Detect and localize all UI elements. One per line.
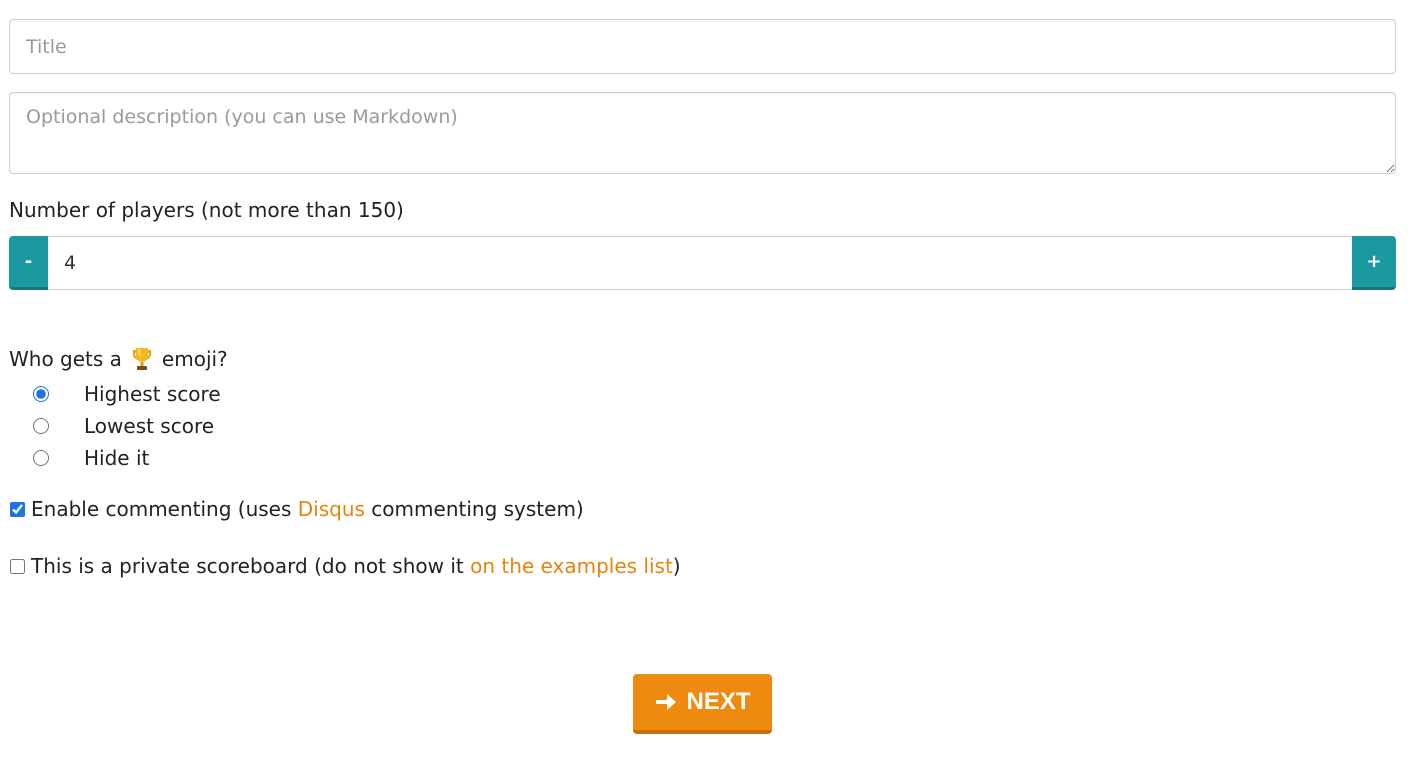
arrow-right-icon — [654, 690, 678, 714]
commenting-text: Enable commenting (uses Disqus commentin… — [31, 494, 584, 524]
option-highest-score[interactable]: Highest score — [33, 378, 1396, 410]
commenting-row: Enable commenting (uses Disqus commentin… — [9, 494, 1396, 524]
trophy-question-suffix: emoji? — [161, 347, 228, 371]
private-text-before: This is a private scoreboard (do not sho… — [31, 554, 471, 578]
private-row: This is a private scoreboard (do not sho… — [9, 551, 1396, 581]
players-input[interactable] — [48, 236, 1352, 290]
next-button-label: NEXT — [686, 688, 751, 715]
examples-list-link[interactable]: on the examples list — [470, 554, 673, 578]
trophy-question: Who gets a emoji? — [9, 344, 1396, 374]
radio-label: Highest score — [84, 382, 221, 406]
next-button[interactable]: NEXT — [633, 674, 772, 734]
title-input[interactable] — [9, 19, 1396, 74]
radio-label: Hide it — [84, 446, 150, 470]
decrement-button[interactable]: - — [9, 236, 48, 290]
radio-label: Lowest score — [84, 414, 215, 438]
radio-lowest-score[interactable] — [33, 418, 49, 434]
commenting-text-before: Enable commenting (uses — [31, 497, 298, 521]
radio-highest-score[interactable] — [33, 386, 49, 402]
trophy-question-prefix: Who gets a — [9, 347, 122, 371]
private-scoreboard-checkbox[interactable] — [10, 558, 25, 574]
private-text-after: ) — [672, 554, 681, 578]
option-hide-it[interactable]: Hide it — [33, 442, 1396, 474]
enable-commenting-checkbox[interactable] — [10, 501, 25, 517]
trophy-options: Highest score Lowest score Hide it — [9, 378, 1396, 474]
description-textarea[interactable] — [9, 92, 1396, 174]
option-lowest-score[interactable]: Lowest score — [33, 410, 1396, 442]
players-stepper: - + — [9, 236, 1396, 290]
radio-hide-it[interactable] — [33, 450, 49, 466]
scoreboard-form: Number of players (not more than 150) - … — [9, 19, 1396, 581]
players-label: Number of players (not more than 150) — [9, 198, 404, 222]
commenting-text-after: commenting system) — [364, 497, 584, 521]
trophy-icon — [129, 346, 155, 372]
disqus-link[interactable]: Disqus — [298, 497, 365, 521]
increment-button[interactable]: + — [1352, 236, 1396, 290]
private-text: This is a private scoreboard (do not sho… — [31, 551, 681, 581]
